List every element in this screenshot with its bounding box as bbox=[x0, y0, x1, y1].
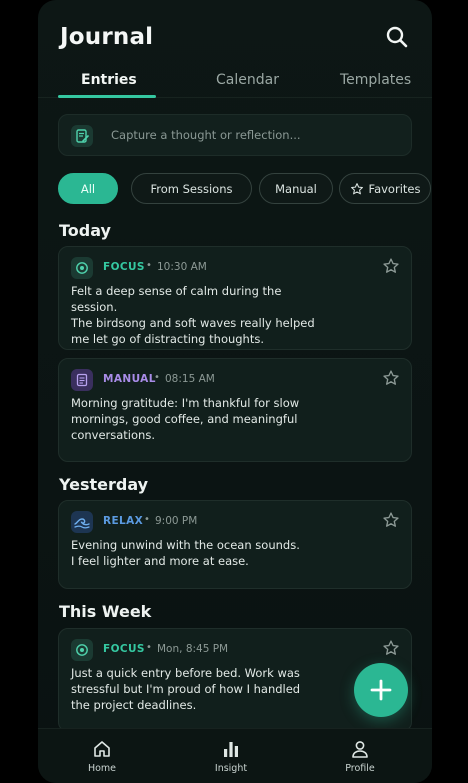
entry-time: Mon, 8:45 PM bbox=[157, 643, 229, 655]
entry-card[interactable]: FOCUS • 10:30 AM Felt a deep sense of ca… bbox=[58, 246, 412, 350]
filter-chips: All From Sessions Manual Favorites bbox=[58, 173, 431, 204]
target-icon bbox=[71, 257, 93, 279]
star-outline-icon[interactable] bbox=[382, 511, 400, 529]
nav-label: Insight bbox=[214, 763, 248, 774]
bar-chart-icon bbox=[224, 742, 238, 757]
entry-text: Felt a deep sense of calm during the ses… bbox=[71, 283, 319, 347]
entry-line: Just a quick entry before bed. Work was bbox=[71, 666, 300, 680]
note-edit-icon bbox=[71, 125, 93, 147]
separator-dot: • bbox=[146, 642, 152, 653]
page-title: Journal bbox=[60, 24, 154, 50]
search-button[interactable] bbox=[384, 24, 410, 50]
entry-card[interactable]: RELAX • 9:00 PM Evening unwind with the … bbox=[58, 500, 412, 589]
entry-line: mornings, good coffee, and meaningful bbox=[71, 412, 298, 426]
search-icon bbox=[386, 26, 408, 48]
document-icon bbox=[71, 369, 93, 391]
filter-from-sessions[interactable]: From Sessions bbox=[131, 173, 252, 204]
entry-tag: FOCUS bbox=[103, 643, 145, 655]
person-icon bbox=[352, 741, 368, 758]
nav-home[interactable]: Home bbox=[67, 739, 137, 774]
entry-text: Just a quick entry before bed. Work was … bbox=[71, 665, 319, 713]
star-outline-icon[interactable] bbox=[382, 639, 400, 657]
entry-line: Evening unwind with the ocean sounds. bbox=[71, 538, 300, 552]
nav-profile[interactable]: Profile bbox=[325, 739, 395, 774]
home-icon bbox=[94, 741, 110, 757]
entry-tag: RELAX bbox=[103, 515, 144, 527]
entry-time: 10:30 AM bbox=[157, 261, 207, 273]
entry-line: The birdsong and soft waves really helpe… bbox=[71, 316, 315, 330]
app-screen: Journal Entries Calendar Templates Captu… bbox=[38, 0, 432, 783]
bottom-nav: Home Insight Profile bbox=[38, 728, 432, 783]
entry-line: Felt a deep sense of calm during the ses… bbox=[71, 284, 282, 314]
entry-card[interactable]: MANUAL • 08:15 AM Morning gratitude: I'm… bbox=[58, 358, 412, 462]
section-title-this-week: This Week bbox=[59, 602, 152, 621]
entry-text: Morning gratitude: I'm thankful for slow… bbox=[71, 395, 319, 443]
entry-line: stressful but I'm proud of how I handled bbox=[71, 682, 301, 696]
tab-bar: Entries Calendar Templates bbox=[38, 62, 432, 98]
tab-calendar[interactable]: Calendar bbox=[216, 72, 279, 88]
target-icon bbox=[71, 639, 93, 661]
filter-all[interactable]: All bbox=[58, 173, 118, 204]
entry-tag: MANUAL bbox=[103, 373, 156, 385]
section-title-today: Today bbox=[59, 221, 111, 240]
entry-line: I feel lighter and more at ease. bbox=[71, 554, 249, 568]
tab-entries[interactable]: Entries bbox=[81, 72, 137, 88]
plus-icon bbox=[370, 679, 392, 701]
entry-line: me let go of distracting thoughts. bbox=[71, 332, 265, 346]
entry-line: the project deadlines. bbox=[71, 698, 197, 712]
entry-time: 08:15 AM bbox=[165, 373, 215, 385]
filter-manual[interactable]: Manual bbox=[259, 173, 333, 204]
filter-favorites-label: Favorites bbox=[368, 181, 421, 196]
wave-icon bbox=[71, 511, 93, 533]
filter-favorites[interactable]: Favorites bbox=[339, 173, 431, 204]
header: Journal bbox=[38, 0, 432, 70]
tab-templates[interactable]: Templates bbox=[340, 72, 411, 88]
section-title-yesterday: Yesterday bbox=[59, 475, 149, 494]
entry-line: Morning gratitude: I'm thankful for slow bbox=[71, 396, 300, 410]
entry-tag: FOCUS bbox=[103, 261, 145, 273]
nav-label: Home bbox=[87, 763, 117, 774]
star-outline-icon[interactable] bbox=[382, 369, 400, 387]
entry-time: 9:00 PM bbox=[155, 515, 198, 527]
entry-line: conversations. bbox=[71, 428, 155, 442]
nav-insight[interactable]: Insight bbox=[196, 739, 266, 774]
star-outline-icon bbox=[350, 182, 363, 194]
active-tab-indicator bbox=[58, 95, 156, 98]
capture-input[interactable]: Capture a thought or reflection... bbox=[58, 114, 412, 156]
separator-dot: • bbox=[146, 260, 152, 271]
star-outline-icon[interactable] bbox=[382, 257, 400, 275]
capture-placeholder: Capture a thought or reflection... bbox=[111, 128, 301, 142]
entry-text: Evening unwind with the ocean sounds. I … bbox=[71, 537, 319, 569]
separator-dot: • bbox=[144, 514, 150, 525]
separator-dot: • bbox=[154, 372, 160, 383]
add-entry-button[interactable] bbox=[354, 663, 408, 717]
nav-label: Profile bbox=[345, 763, 375, 774]
